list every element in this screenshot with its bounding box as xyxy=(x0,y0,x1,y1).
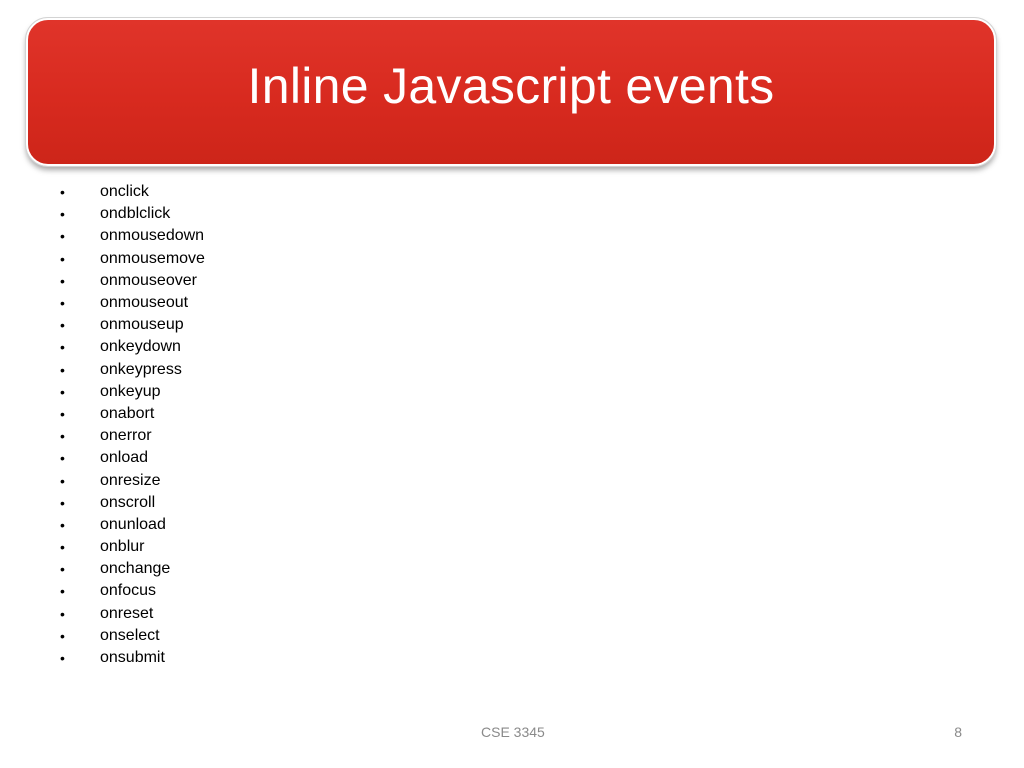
list-item: • onfocus xyxy=(60,580,205,602)
list-item-label: ondblclick xyxy=(100,205,171,223)
list-item-label: onselect xyxy=(100,626,160,644)
title-banner: Inline Javascript events xyxy=(25,17,997,167)
list-item: • onload xyxy=(60,447,205,469)
list-item-label: onkeydown xyxy=(100,338,181,356)
list-item: • onerror xyxy=(60,425,205,447)
bullet: • xyxy=(60,428,65,445)
list-item-label: onkeyup xyxy=(100,382,161,400)
list-item: • onresize xyxy=(60,469,205,491)
list-item-label: onreset xyxy=(100,604,154,622)
bullet: • xyxy=(60,250,65,267)
list-item-label: onmousemove xyxy=(100,249,205,267)
list-item: • onmousedown xyxy=(60,225,205,247)
footer-course-label: CSE 3345 xyxy=(481,724,545,740)
list-item: • onclick xyxy=(60,181,205,203)
list-item: • onmouseup xyxy=(60,314,205,336)
list-item: • onkeydown xyxy=(60,336,205,358)
list-item-label: onscroll xyxy=(100,493,156,511)
list-item-label: onerror xyxy=(100,427,152,445)
list-item-label: onmouseup xyxy=(100,316,184,334)
bullet: • xyxy=(60,605,65,622)
bullet: • xyxy=(60,383,65,400)
list-item-label: onmousedown xyxy=(100,227,205,245)
bullet: • xyxy=(60,228,65,245)
list-item-label: onkeypress xyxy=(100,360,182,378)
bullet: • xyxy=(60,206,65,223)
bullet: • xyxy=(60,516,65,533)
list-item-label: onmouseout xyxy=(100,294,189,312)
list-item: • onreset xyxy=(60,603,205,625)
bullet: • xyxy=(60,450,65,467)
list-item: • onblur xyxy=(60,536,205,558)
list-item-label: onclick xyxy=(100,183,149,201)
list-item-label: onchange xyxy=(100,560,171,578)
list-item: • onmousemove xyxy=(60,248,205,270)
event-list: • onclick • ondblclick • onmousedown • onmou… xyxy=(60,181,205,669)
list-item: • onchange xyxy=(60,558,205,580)
bullet: • xyxy=(60,650,65,667)
bullet: • xyxy=(60,561,65,578)
list-item: • onscroll xyxy=(60,492,205,514)
bullet: • xyxy=(60,583,65,600)
list-item-label: onfocus xyxy=(100,582,157,600)
bullet: • xyxy=(60,539,65,556)
bullet: • xyxy=(60,472,65,489)
list-item: • onabort xyxy=(60,403,205,425)
bullet: • xyxy=(60,494,65,511)
list-item-label: onload xyxy=(100,449,149,467)
list-item: • onmouseover xyxy=(60,270,205,292)
bullet: • xyxy=(60,272,65,289)
list-item-label: onblur xyxy=(100,538,145,556)
list-item: • onmouseout xyxy=(60,292,205,314)
bullet: • xyxy=(60,317,65,334)
bullet: • xyxy=(60,339,65,356)
list-item: • onsubmit xyxy=(60,647,205,669)
list-item: • onkeyup xyxy=(60,381,205,403)
list-item-label: onabort xyxy=(100,404,155,422)
bullet: • xyxy=(60,184,65,201)
list-item-label: onsubmit xyxy=(100,649,165,667)
list-item: • onselect xyxy=(60,625,205,647)
list-item-label: onunload xyxy=(100,515,166,533)
list-item-label: onresize xyxy=(100,471,161,489)
bullet: • xyxy=(60,361,65,378)
footer-page-number: 8 xyxy=(954,724,962,740)
list-item: • ondblclick xyxy=(60,203,205,225)
slide-title: Inline Javascript events xyxy=(247,58,775,114)
list-item-label: onmouseover xyxy=(100,271,197,289)
bullet: • xyxy=(60,405,65,422)
bullet: • xyxy=(60,295,65,312)
bullet: • xyxy=(60,627,65,644)
list-item: • onkeypress xyxy=(60,359,205,381)
list-item: • onunload xyxy=(60,514,205,536)
